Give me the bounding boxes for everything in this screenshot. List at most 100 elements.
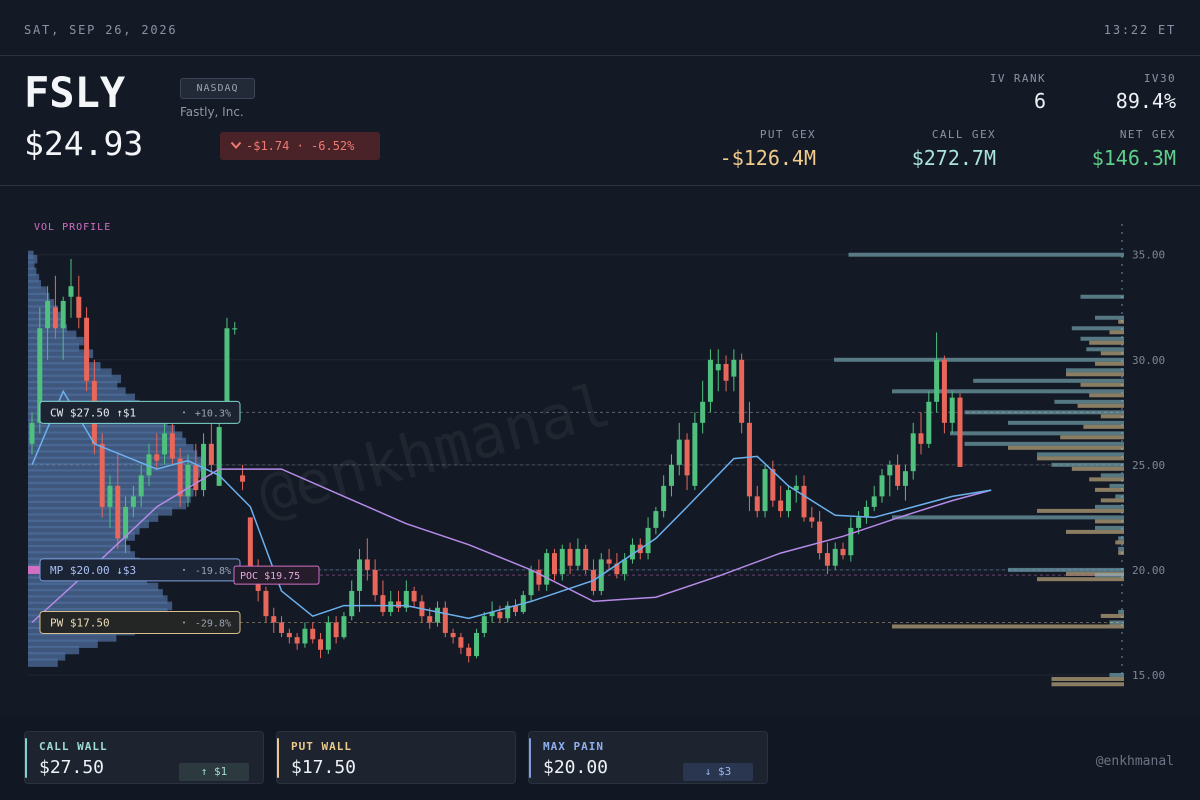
call-gex-bar [1008,420,1124,425]
put-gex-bar [1095,519,1124,524]
candle-body [887,464,893,476]
poc-text: POC $19.75 [240,571,300,582]
put-gex-bar [1071,466,1124,471]
call-gex-bar [1037,452,1124,457]
y-tick-label: 25.00 [1132,459,1165,472]
quote-header: FSLY NASDAQ Fastly, Inc. $24.93 -$1.74 ·… [0,56,1200,186]
put-wall-accent [277,738,279,778]
put-gex-bar [1095,361,1124,366]
candle-body [60,300,66,329]
candle-body [279,622,285,633]
candle-body [879,475,885,497]
call-gex-bar [1115,494,1124,499]
call-gex-bar [892,515,1124,520]
max-pain-card: MAX PAIN $20.00 ↓ $3 [528,731,768,784]
candle-body [450,632,456,638]
y-tick-label: 30.00 [1132,354,1165,367]
candle-body [746,422,752,497]
candle-body [99,443,105,507]
price-chart[interactable]: 35.00 30.00 25.00 20.00 15.00 @enkhmanal CW … [0,186,1200,716]
candle-body [481,616,487,633]
iv-rank-value: 6 [1033,89,1046,113]
iv30-label: IV30 [1143,72,1176,85]
candle-body [427,616,433,623]
candle-body [653,511,659,528]
candle-body [208,443,214,465]
call-gex-bar [1118,546,1124,551]
candle-body [396,601,402,608]
candle-body [528,569,534,596]
candle-body [840,548,846,556]
y-tick-label: 35.00 [1132,249,1165,262]
call-gex-bar [950,431,1124,436]
candle-body [575,548,581,566]
put-wall-label-dot [183,621,185,624]
put-gex-bar [1100,351,1124,356]
candle-body [224,328,230,402]
candle-body [692,422,698,486]
call-gex-label: CALL GEX [931,128,996,141]
candle-body [910,433,916,472]
footer-bar: CALL WALL $27.50 ↑ $1 PUT WALL $17.50 MA… [0,716,1200,800]
put-gex-bar [892,624,1124,629]
candle-body [325,622,331,650]
call-gex-bar [1118,536,1124,541]
max-pain-label-dot [183,568,185,571]
put-wall-label-text: PW $17.50 [50,616,110,629]
put-wall-label: PUT WALL [291,740,352,753]
max-pain-label-pct: -19.8% [195,566,231,577]
call-wall-accent [25,738,27,778]
candle-body [856,517,862,528]
candle-body [676,439,682,465]
candle-body [154,454,160,461]
iv-rank-label: IV RANK [989,72,1046,85]
put-gex-bar [1089,340,1124,345]
call-gex-bar [1080,336,1124,341]
candle-body [895,464,901,486]
candle-body [762,469,768,512]
put-gex-bar [1080,382,1124,387]
iv30-value: 89.4% [1115,89,1176,113]
candle-body [474,632,480,657]
candle-body [411,590,417,602]
candle-body [941,359,947,423]
candle-body [848,527,854,556]
volume-profile-bar [28,658,58,667]
call-gex-bar [848,252,1124,257]
candle-body [606,559,612,564]
candle-body [364,559,370,570]
candle-body [817,521,823,554]
gex-profile [834,252,1124,687]
put-gex-bar [1077,403,1124,408]
put-gex-value: -$126.4M [719,146,816,170]
candle-body [466,647,472,657]
put-gex-bar [1037,577,1124,582]
candle-body [497,611,503,619]
max-pain-label-text: MP $20.00 ↓$3 [50,564,136,577]
candle-body [302,628,308,644]
put-gex-bar [1118,319,1124,324]
max-pain-label: MAX PAIN [543,740,604,753]
candle-body [778,500,784,512]
candle-body [661,485,667,512]
candle-body [715,363,721,371]
candle-body [318,639,324,650]
put-wall-label-pct: -29.8% [195,618,231,629]
call-gex-bar [1095,525,1124,530]
call-wall-label-pct: +10.3% [195,408,231,419]
max-pain-accent [529,738,531,778]
call-gex-bar [1086,347,1124,352]
top-bar: SAT, SEP 26, 2026 13:22 ET [0,0,1200,56]
call-gex-bar [1100,473,1124,478]
put-gex-bar [1051,676,1124,681]
put-gex-bar [1115,540,1124,545]
company-name: Fastly, Inc. [180,105,244,119]
put-gex-bar [1100,498,1124,503]
put-gex-bar [1060,435,1124,440]
call-gex-bar [1109,483,1124,488]
candle-body [832,548,838,566]
candle-body [138,475,144,497]
candle-body [785,490,791,512]
candle-body [668,464,674,486]
candle-body [130,496,136,507]
